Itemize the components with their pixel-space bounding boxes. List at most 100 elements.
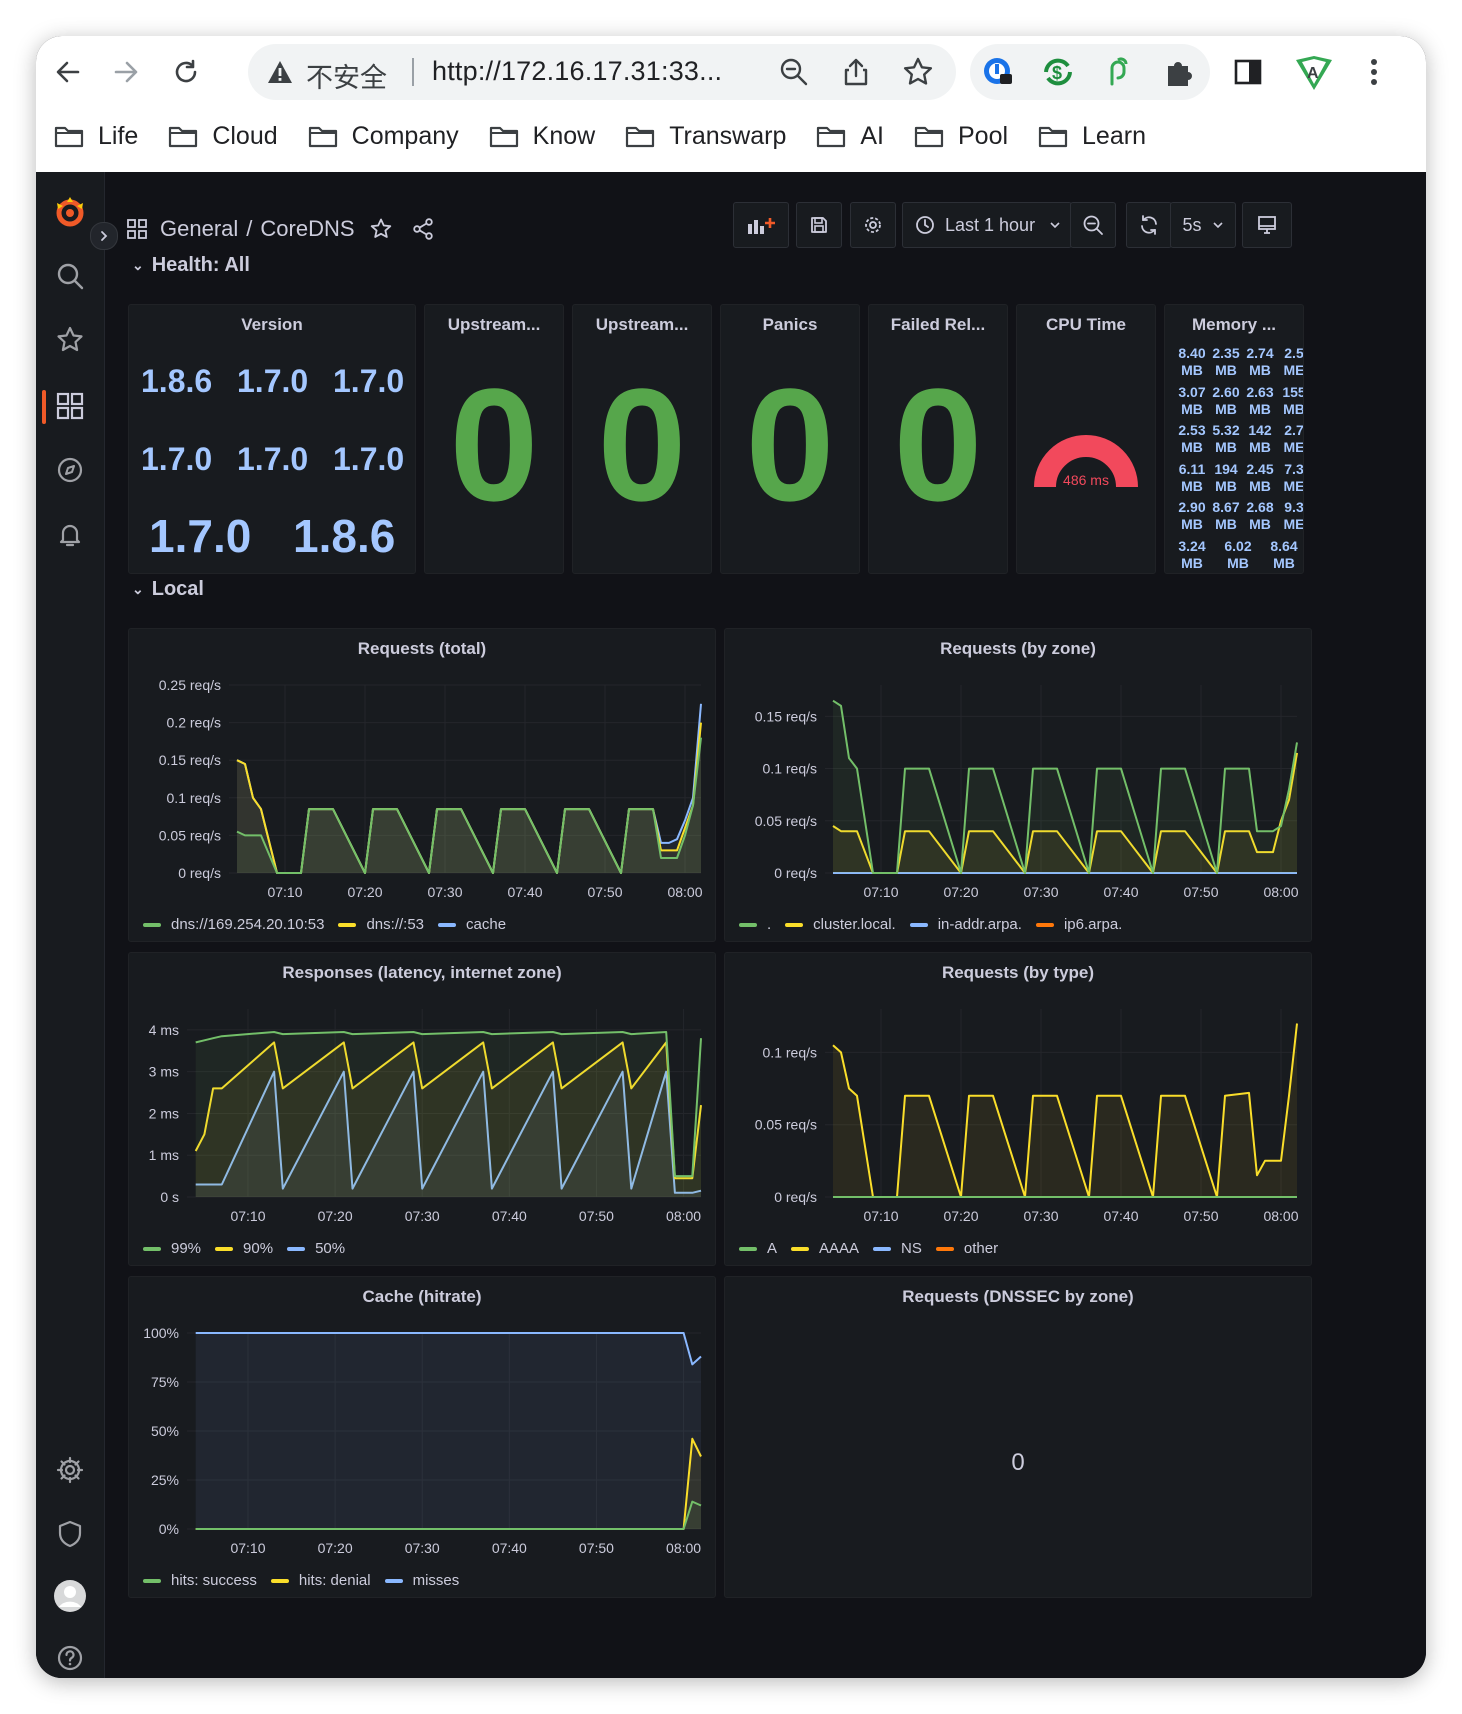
explore-nav[interactable] xyxy=(50,450,90,490)
panel-upstream-2[interactable]: Upstream... 0 xyxy=(572,304,712,574)
grafana-logo[interactable] xyxy=(50,192,90,232)
panel-requests-by-zone[interactable]: Requests (by zone) 0 req/s 0.05 req/s 0.1 r… xyxy=(724,628,1312,942)
bookmark-learn[interactable]: Learn xyxy=(1038,122,1146,151)
legend-item[interactable]: misses xyxy=(384,1572,460,1589)
legend-item[interactable]: NS xyxy=(873,1240,922,1257)
bookmark-ai[interactable]: AI xyxy=(816,122,884,151)
memory-value: 7.3 ME xyxy=(1275,461,1304,495)
url-text[interactable]: http://172.16.17.31:33... xyxy=(432,56,722,87)
server-admin-nav[interactable] xyxy=(50,1514,90,1554)
legend-label: misses xyxy=(412,1572,460,1589)
panel-panics[interactable]: Panics 0 xyxy=(720,304,860,574)
side-panel-icon[interactable] xyxy=(1232,56,1264,88)
bookmark-know[interactable]: Know xyxy=(489,122,595,151)
legend-item[interactable]: in-addr.arpa. xyxy=(909,916,1022,933)
legend-item[interactable]: A xyxy=(739,1240,777,1257)
address-bar[interactable]: 不安全 http://172.16.17.31:33... xyxy=(248,44,956,100)
legend-label: dns://169.254.20.10:53 xyxy=(171,916,325,933)
panel-memory[interactable]: Memory ... 8.40 MB 2.35 MB 2.74 MB 2.5 ME 3.07 MB… xyxy=(1164,304,1304,574)
bookmark-pool[interactable]: Pool xyxy=(914,122,1008,151)
star-icon[interactable] xyxy=(369,217,393,241)
share-icon[interactable] xyxy=(840,56,872,88)
share-icon[interactable] xyxy=(411,217,435,241)
expand-sidebar-button[interactable] xyxy=(90,222,118,250)
y-tick-label: 0 req/s xyxy=(774,1189,817,1205)
legend-item[interactable]: dns://:53 xyxy=(338,916,424,933)
panel-dnssec[interactable]: Requests (DNSSEC by zone) 0 xyxy=(724,1276,1312,1598)
add-panel-button[interactable] xyxy=(733,202,789,248)
legend-item[interactable]: dns://169.254.20.10:53 xyxy=(143,916,324,933)
bookmark-cloud[interactable]: Cloud xyxy=(168,122,278,151)
starred-nav[interactable] xyxy=(50,320,90,360)
y-tick-label: 0 s xyxy=(160,1189,179,1205)
search-nav[interactable] xyxy=(50,256,90,296)
panel-failed-reloads[interactable]: Failed Rel... 0 xyxy=(868,304,1008,574)
leaf-extension-icon[interactable] xyxy=(1100,54,1136,90)
bookmark-company[interactable]: Company xyxy=(308,122,459,151)
legend-item[interactable]: 50% xyxy=(287,1240,345,1257)
bookmark-life[interactable]: Life xyxy=(54,122,138,151)
panel-requests-total[interactable]: Requests (total) 0 req/s 0.05 req/s 0.1 req… xyxy=(128,628,716,942)
legend-item[interactable]: other xyxy=(935,1240,998,1257)
reload-button[interactable] xyxy=(168,54,204,90)
divider xyxy=(412,58,414,86)
panel-title: Responses (latency, internet zone) xyxy=(282,963,562,982)
panel-title: Upstream... xyxy=(595,315,689,334)
dashboards-nav[interactable] xyxy=(50,386,90,426)
y-tick-label: 4 ms xyxy=(149,1022,179,1038)
legend-item[interactable]: hits: denial xyxy=(270,1572,371,1589)
memory-value: 2.53 MB xyxy=(1173,422,1211,456)
x-tick-label: 07:10 xyxy=(863,1208,898,1224)
panel-responses-latency[interactable]: Responses (latency, internet zone) 0 s 1 m… xyxy=(128,952,716,1266)
x-tick-label: 07:20 xyxy=(318,1540,353,1556)
legend-item[interactable]: ip6.arpa. xyxy=(1035,916,1122,933)
dashboard-title[interactable]: CoreDNS xyxy=(260,216,354,242)
dashboard-settings-button[interactable] xyxy=(850,202,896,248)
panel-cpu-time[interactable]: CPU Time 486 ms xyxy=(1016,304,1156,574)
view-mode-button[interactable] xyxy=(1242,202,1292,248)
profile-nav[interactable] xyxy=(50,1576,90,1616)
legend-item[interactable]: cluster.local. xyxy=(785,916,896,933)
zoom-out-icon[interactable] xyxy=(778,56,810,88)
legend-item[interactable]: 99% xyxy=(143,1240,201,1257)
panel-version[interactable]: Version 1.8.6 1.7.0 1.7.0 1.7.0 1.7.0 1.… xyxy=(128,304,416,574)
active-indicator xyxy=(42,390,46,424)
legend-item[interactable]: . xyxy=(739,916,771,933)
x-tick-label: 07:30 xyxy=(1023,1208,1058,1224)
row-health[interactable]: ⌄ Health: All xyxy=(132,254,250,277)
back-button[interactable] xyxy=(50,54,86,90)
configuration-nav[interactable] xyxy=(50,1450,90,1490)
panel-upstream-1[interactable]: Upstream... 0 xyxy=(424,304,564,574)
legend-item[interactable]: cache xyxy=(438,916,506,933)
add-panel-icon xyxy=(748,218,775,234)
save-dashboard-button[interactable] xyxy=(796,202,842,248)
time-range-picker[interactable]: Last 1 hour xyxy=(902,202,1072,248)
more-vertical-icon[interactable] xyxy=(1364,54,1384,90)
x-tick-label: 08:00 xyxy=(1263,884,1298,900)
memory-value: 155 MB xyxy=(1275,384,1303,418)
puzzle-icon[interactable] xyxy=(1160,54,1196,90)
refresh-button[interactable] xyxy=(1126,202,1172,248)
zoom-out-button[interactable] xyxy=(1070,202,1116,248)
folder-link[interactable]: General xyxy=(160,216,238,242)
legend-item[interactable]: hits: success xyxy=(143,1572,257,1589)
password-manager-extension-icon[interactable] xyxy=(980,54,1016,90)
panel-cache-hitrate[interactable]: Cache (hitrate) 0% 25% 50% 75% 100% 07:10 07:20… xyxy=(128,1276,716,1598)
panel-requests-by-type[interactable]: Requests (by type) 0 req/s 0.05 req/s 0.1 r… xyxy=(724,952,1312,1266)
legend-item[interactable]: AAAA xyxy=(791,1240,859,1257)
legend-item[interactable]: 90% xyxy=(215,1240,273,1257)
alerting-nav[interactable] xyxy=(50,514,90,554)
help-nav[interactable] xyxy=(50,1638,90,1678)
memory-value: 8.40 MB xyxy=(1173,345,1211,379)
x-tick-label: 07:20 xyxy=(347,884,382,900)
forward-button[interactable] xyxy=(108,54,144,90)
svg-text:$: $ xyxy=(1052,63,1062,83)
row-local[interactable]: ⌄ Local xyxy=(132,578,204,601)
bookmark-transwarp[interactable]: Transwarp xyxy=(625,122,786,151)
refresh-interval-picker[interactable]: 5s xyxy=(1170,202,1236,248)
version-value: 1.7.0 xyxy=(333,363,405,399)
profile-extension-icon[interactable]: A xyxy=(1292,50,1336,94)
star-icon[interactable] xyxy=(902,56,934,88)
currency-extension-icon[interactable]: $ xyxy=(1040,54,1076,90)
memory-value: 5.32 MB xyxy=(1207,422,1245,456)
